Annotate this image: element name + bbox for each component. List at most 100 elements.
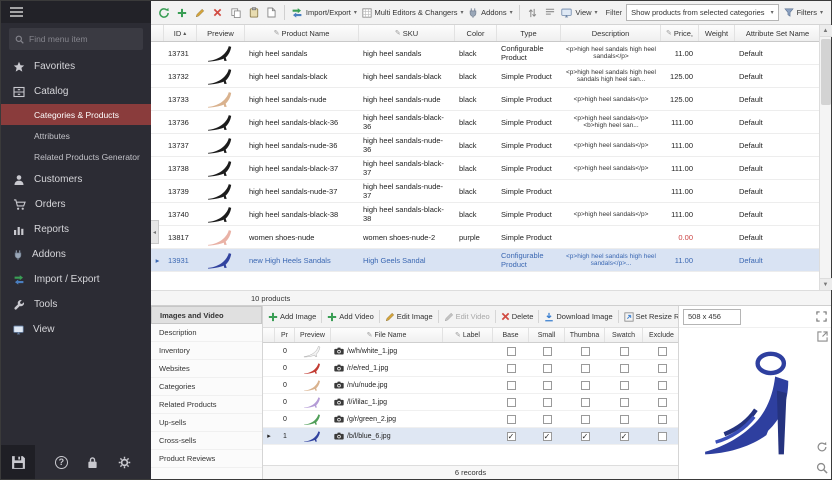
add-button[interactable]	[173, 4, 190, 22]
tab-categories[interactable]: Categories	[151, 378, 262, 396]
checkbox-base[interactable]	[507, 347, 516, 356]
column-header-sku[interactable]: ✎SKU	[359, 25, 455, 41]
column-header-attribute-set-name[interactable]: Attribute Set Name	[735, 25, 821, 41]
edit-button[interactable]	[191, 4, 208, 22]
image-row-b-l-blue-6-jpg[interactable]: ▸1/b/l/blue_6.jpg✓✓✓✓	[263, 428, 678, 445]
tab-product-reviews[interactable]: Product Reviews	[151, 450, 262, 468]
multi-editors-menu[interactable]: Multi Editors & Changers▾	[360, 4, 466, 22]
sidebar-search[interactable]	[9, 28, 143, 50]
save-button[interactable]	[1, 445, 35, 479]
panel-collapse-handle[interactable]: ◂	[151, 220, 159, 244]
row-expander[interactable]	[151, 134, 164, 156]
settings-button[interactable]	[118, 456, 131, 469]
checkbox-small[interactable]: ✓	[543, 432, 552, 441]
checkbox-small[interactable]	[543, 381, 552, 390]
refresh-button[interactable]	[155, 4, 172, 22]
sidebar-item-orders[interactable]: Orders	[1, 192, 151, 217]
add-video-button[interactable]: Add Video	[324, 308, 376, 325]
product-row-13737[interactable]: 13737high heel sandals-nude-36high heel …	[151, 134, 821, 157]
row-expander[interactable]	[151, 88, 164, 110]
open-external-icon[interactable]	[817, 331, 828, 342]
row-expander[interactable]	[151, 42, 164, 64]
checkbox-swatch[interactable]	[620, 415, 629, 424]
checkbox-thumbnail[interactable]	[581, 364, 590, 373]
view-menu[interactable]: View▾	[560, 4, 600, 22]
sidebar-item-favorites[interactable]: Favorites	[1, 54, 151, 79]
image-row-w-h-white-1-jpg[interactable]: 0/w/h/white_1.jpg	[263, 343, 678, 360]
checkbox-base[interactable]	[507, 364, 516, 373]
sidebar-item-addons[interactable]: Addons	[1, 242, 151, 267]
filters-button[interactable]: Filters ▾	[780, 4, 827, 22]
row-expander[interactable]	[151, 111, 164, 133]
column-header-price[interactable]: ✎Price,	[661, 25, 699, 41]
rotate-icon[interactable]	[816, 441, 828, 453]
column-header-product-name[interactable]: ✎Product Name	[245, 25, 359, 41]
product-row-13732[interactable]: 13732high heel sandals-blackhigh heel sa…	[151, 65, 821, 88]
checkbox-swatch[interactable]	[620, 381, 629, 390]
column-header-small[interactable]: Small	[529, 328, 565, 342]
delete-button[interactable]: Delete	[498, 308, 537, 325]
sidebar-item-reports[interactable]: Reports	[1, 217, 151, 242]
tab-images-and-video[interactable]: Images and Video	[151, 306, 262, 324]
row-expander[interactable]	[151, 180, 164, 202]
sidebar-item-attributes[interactable]: Attributes	[1, 125, 151, 146]
sidebar-item-related-products-generator[interactable]: Related Products Generator	[1, 146, 151, 167]
product-row-13739[interactable]: 13739high heel sandals-nude-37high heel …	[151, 180, 821, 203]
column-header-preview[interactable]: Preview	[295, 328, 331, 342]
row-expander[interactable]: ▸	[263, 432, 275, 440]
set-resize-rule-button[interactable]: Set Resize Rule▾	[621, 308, 678, 325]
checkbox-base[interactable]	[507, 381, 516, 390]
product-row-13733[interactable]: 13733high heel sandals-nudehigh heel san…	[151, 88, 821, 111]
copy-button[interactable]	[227, 4, 244, 22]
checkbox-small[interactable]	[543, 415, 552, 424]
filter-dropdown[interactable]: Show products from selected categories ▾	[626, 4, 778, 21]
product-row-13817[interactable]: 13817women shoes-nudewomen shoes-nude-2p…	[151, 226, 821, 249]
column-header-exclude[interactable]: Exclude	[643, 328, 681, 342]
product-row-13731[interactable]: 13731high heel sandalshigh heel sandalsb…	[151, 42, 821, 65]
row-expander[interactable]	[151, 65, 164, 87]
product-row-13736[interactable]: 13736high heel sandals-black-36high heel…	[151, 111, 821, 134]
image-row-g-r-green-2-jpg[interactable]: 0/g/r/green_2.jpg	[263, 411, 678, 428]
checkbox-exclude[interactable]	[658, 415, 667, 424]
column-header-color[interactable]: Color	[455, 25, 497, 41]
zoom-icon[interactable]	[816, 462, 828, 474]
checkbox-thumbnail[interactable]	[581, 415, 590, 424]
sidebar-item-view[interactable]: View	[1, 317, 151, 342]
sidebar-item-categories-products[interactable]: Categories & Products	[1, 104, 151, 125]
scrollbar-thumb[interactable]	[821, 39, 831, 105]
image-row-n-u-nude-jpg[interactable]: 0/n/u/nude.jpg	[263, 377, 678, 394]
column-header-pr[interactable]: Pr	[275, 328, 295, 342]
column-header-file-name[interactable]: ✎File Name	[331, 328, 443, 342]
vertical-scrollbar[interactable]: ▲ ▼	[819, 25, 831, 290]
checkbox-swatch[interactable]	[620, 398, 629, 407]
column-header-swatch[interactable]: Swatch	[605, 328, 643, 342]
tab-cross-sells[interactable]: Cross-sells	[151, 432, 262, 450]
sort-button[interactable]	[524, 4, 541, 22]
checkbox-small[interactable]	[543, 364, 552, 373]
column-header-weight[interactable]: Weight	[699, 25, 735, 41]
product-row-13738[interactable]: 13738high heel sandals-black-37high heel…	[151, 157, 821, 180]
image-row-l-i-lilac-1-jpg[interactable]: 0/l/i/lilac_1.jpg	[263, 394, 678, 411]
help-button[interactable]: ?	[55, 456, 68, 469]
checkbox-exclude[interactable]	[658, 398, 667, 407]
download-image-button[interactable]: Download Image	[541, 308, 615, 325]
row-expander[interactable]: ▸	[151, 249, 164, 271]
tab-inventory[interactable]: Inventory	[151, 342, 262, 360]
rows-button[interactable]	[542, 4, 559, 22]
scroll-down-button[interactable]: ▼	[820, 278, 832, 290]
checkbox-thumbnail[interactable]	[581, 398, 590, 407]
column-header-preview[interactable]: Preview	[197, 25, 245, 41]
column-header-thumbna[interactable]: Thumbna	[565, 328, 605, 342]
addons-menu[interactable]: Addons▾	[466, 4, 514, 22]
column-header-type[interactable]: Type	[497, 25, 561, 41]
column-header-description[interactable]: Description	[561, 25, 661, 41]
sidebar-item-customers[interactable]: Customers	[1, 167, 151, 192]
tab-related-products[interactable]: Related Products	[151, 396, 262, 414]
scroll-up-button[interactable]: ▲	[820, 25, 832, 37]
checkbox-thumbnail[interactable]: ✓	[581, 432, 590, 441]
delete-button[interactable]	[209, 4, 226, 22]
row-expander[interactable]	[151, 157, 164, 179]
add-image-button[interactable]: Add Image	[265, 308, 319, 325]
image-row-r-e-red-1-jpg[interactable]: 0/r/e/red_1.jpg	[263, 360, 678, 377]
checkbox-swatch[interactable]	[620, 364, 629, 373]
